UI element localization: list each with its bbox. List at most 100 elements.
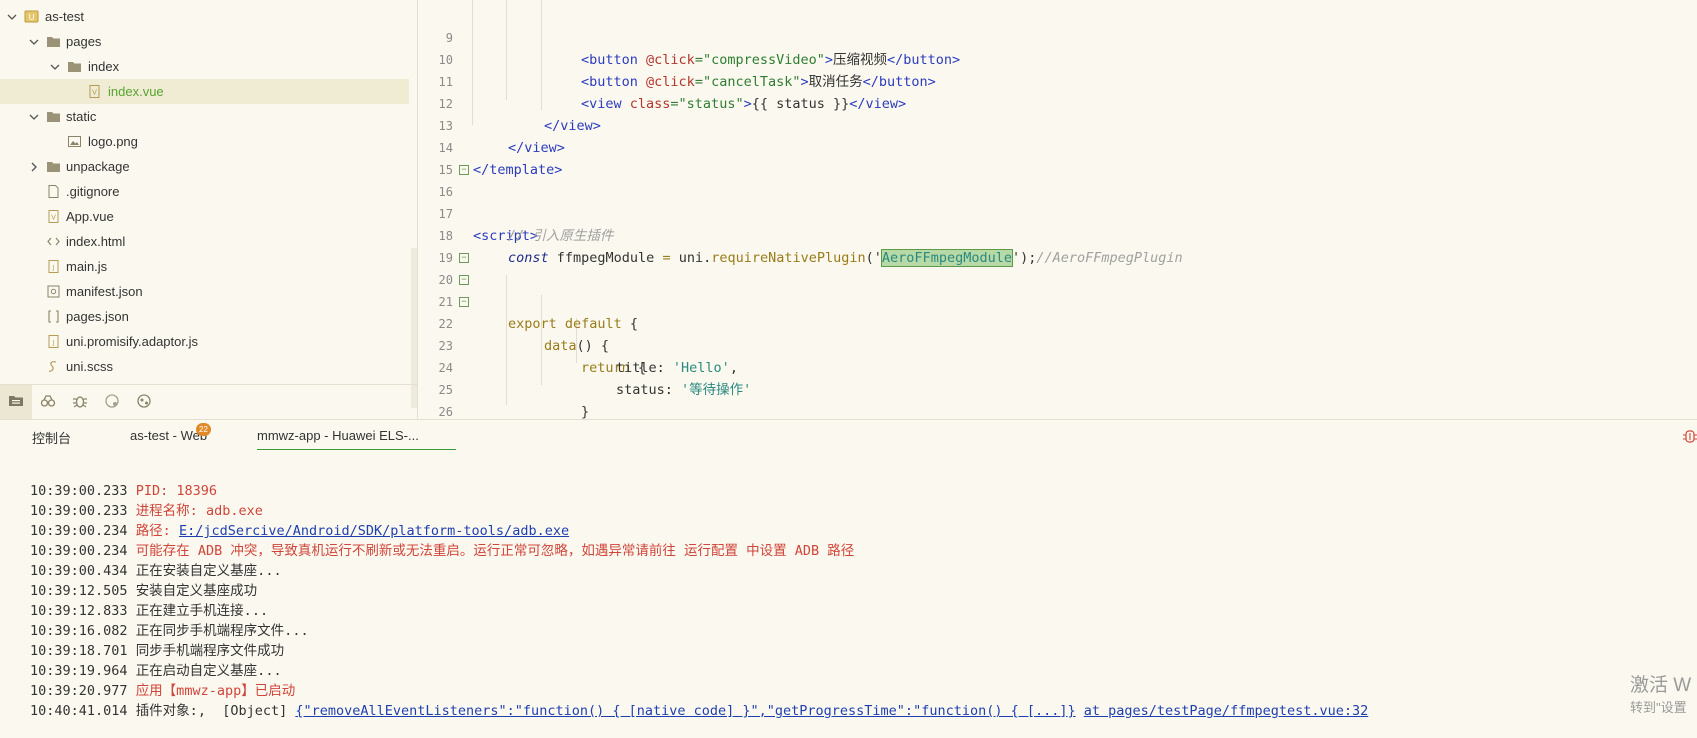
debug-view-button[interactable] bbox=[64, 385, 96, 420]
tree-item-label: unpackage bbox=[66, 159, 130, 174]
console-panel: 控制台 as-test - Web 22 mmwz-app - Huawei E… bbox=[0, 419, 1697, 738]
source-location-link[interactable]: at pages/testPage/ffmpegtest.vue:32 bbox=[1084, 703, 1368, 719]
tree-item-index-html[interactable]: index.html bbox=[0, 229, 418, 254]
tree-item-label: index bbox=[88, 59, 120, 74]
tree-item-label: index.vue bbox=[108, 84, 164, 99]
tree-item-label: main.js bbox=[66, 259, 108, 274]
code-line-14: 14 </template> bbox=[419, 115, 1697, 178]
log-line: 10:39:19.964 正在启动自定义基座... bbox=[30, 663, 282, 679]
tree-item-app-vue[interactable]: V App.vue bbox=[0, 204, 418, 229]
code-line-16: 16 − <script> bbox=[419, 159, 1697, 244]
code-line-24: 24 status: '等待操作' bbox=[419, 335, 1697, 398]
tree-item-label: pages.json bbox=[66, 309, 129, 324]
folder-icon bbox=[45, 160, 61, 174]
js-file-icon: J bbox=[45, 335, 61, 349]
tree-item-gitignore[interactable]: .gitignore bbox=[0, 179, 418, 204]
chevron-right-icon[interactable] bbox=[27, 160, 41, 174]
tree-item-pages[interactable]: pages bbox=[0, 29, 418, 54]
code-line-27: 27 onLoad() { bbox=[419, 401, 1697, 419]
project-manager-button[interactable] bbox=[0, 384, 32, 420]
tree-item-label: pages bbox=[66, 34, 102, 49]
html-file-icon bbox=[45, 235, 61, 249]
chevron-down-icon[interactable] bbox=[27, 110, 41, 124]
svg-text:J: J bbox=[51, 265, 54, 272]
js-file-icon: J bbox=[45, 260, 61, 274]
log-line: 10:39:12.505 安装自定义基座成功 bbox=[30, 583, 258, 599]
log-line: 10:39:18.701 同步手机端程序文件成功 bbox=[30, 643, 285, 659]
tree-item-as-test[interactable]: U as-test bbox=[0, 4, 418, 29]
log-line: 10:40:41.014 插件对象:, [Object] {"removeAll… bbox=[30, 703, 1369, 719]
code-line-20: 20 − export default { bbox=[419, 247, 1697, 332]
tree-item-label: index.html bbox=[66, 234, 126, 249]
vue-file-icon: V bbox=[45, 210, 61, 224]
tree-item-manifest-json[interactable]: manifest.json bbox=[0, 279, 418, 304]
svg-text:V: V bbox=[92, 89, 97, 97]
tab-console[interactable]: 控制台 bbox=[32, 428, 71, 447]
code-line-22: 22 − return { bbox=[419, 291, 1697, 376]
log-line: 10:39:20.977 应用【mmwz-app】已启动 bbox=[30, 683, 296, 699]
scss-file-icon bbox=[45, 360, 61, 374]
search-view-button[interactable] bbox=[32, 385, 64, 420]
chevron-down-icon[interactable] bbox=[27, 35, 41, 49]
svg-text:J: J bbox=[51, 340, 54, 347]
tree-item-unpackage[interactable]: unpackage bbox=[0, 154, 418, 179]
svg-text:V: V bbox=[51, 214, 56, 222]
tree-item-label: static bbox=[66, 109, 97, 124]
file-icon bbox=[45, 185, 61, 199]
code-line-15: 15 bbox=[419, 137, 1697, 177]
source-control-button[interactable] bbox=[96, 385, 128, 420]
tree-item-index-vue[interactable]: V index.vue bbox=[0, 79, 409, 104]
file-tree: U as-test pages index V index.vue static… bbox=[0, 4, 418, 379]
tree-item-index-folder[interactable]: index bbox=[0, 54, 418, 79]
log-line: 10:39:00.434 正在安装自定义基座... bbox=[30, 563, 282, 579]
tree-item-label: App.vue bbox=[66, 209, 114, 224]
tree-item-static[interactable]: static bbox=[0, 104, 418, 129]
json-file-icon bbox=[45, 310, 61, 324]
tree-item-label: as-test bbox=[45, 9, 85, 24]
log-line: 10:39:00.234 可能存在 ADB 冲突，导致真机运行不刷新或无法重启。… bbox=[30, 543, 855, 559]
code-line-23: 23 title: 'Hello', bbox=[419, 313, 1697, 376]
tree-item-label: logo.png bbox=[88, 134, 138, 149]
code-line-10: 10 <button @click="cancelTask">取消任务</but… bbox=[419, 27, 1697, 90]
tree-item-label: .gitignore bbox=[66, 184, 120, 199]
tree-item-uni-scss[interactable]: uni.scss bbox=[0, 354, 418, 379]
tree-item-label: uni.scss bbox=[66, 359, 113, 374]
fold-toggle-icon[interactable]: − bbox=[459, 165, 469, 175]
log-line: 10:39:00.233 进程名称: adb.exe bbox=[30, 503, 263, 519]
console-tabs: 控制台 as-test - Web 22 mmwz-app - Huawei E… bbox=[0, 420, 1697, 454]
code-line-21: 21 − data() { bbox=[419, 269, 1697, 354]
bug-icon bbox=[72, 393, 88, 412]
git-icon bbox=[104, 393, 120, 412]
chevron-down-icon[interactable] bbox=[48, 60, 62, 74]
notification-badge: 22 bbox=[196, 423, 211, 436]
project-explorer: U as-test pages index V index.vue static… bbox=[0, 0, 418, 420]
code-line-9: 9 <button @click="compressVideo">压缩视频</b… bbox=[419, 5, 1697, 68]
tab-mmwz-app-device[interactable]: mmwz-app - Huawei ELS-... bbox=[257, 428, 456, 450]
log-line: 10:39:00.233 PID: 18396 bbox=[30, 483, 217, 499]
code-line-18: 18 const ffmpegModule = uni.requireNativ… bbox=[419, 203, 1697, 267]
tree-item-label: manifest.json bbox=[66, 284, 143, 299]
tree-item-main-js[interactable]: J main.js bbox=[0, 254, 418, 279]
fold-toggle-icon[interactable]: − bbox=[459, 275, 469, 285]
fold-toggle-icon[interactable]: − bbox=[459, 253, 469, 263]
code-line-12: 12 </view> bbox=[419, 71, 1697, 134]
object-inspect-link[interactable]: {"removeAllEventListeners":"function() {… bbox=[295, 703, 1075, 719]
folder-view-icon bbox=[8, 393, 24, 412]
bug-report-icon[interactable] bbox=[1683, 428, 1697, 444]
code-line-17: 17 // 引入原生插件 bbox=[419, 181, 1697, 244]
code-editor[interactable]: 9 <button @click="compressVideo">压缩视频</b… bbox=[419, 0, 1697, 419]
vue-file-icon: V bbox=[86, 85, 102, 99]
tree-item-uni-promisify[interactable]: J uni.promisify.adaptor.js bbox=[0, 329, 418, 354]
tree-item-pages-json[interactable]: pages.json bbox=[0, 304, 418, 329]
activation-watermark: 激活 W bbox=[1630, 675, 1692, 696]
tree-item-logo-png[interactable]: logo.png bbox=[0, 129, 418, 154]
binoculars-icon bbox=[40, 393, 56, 412]
project-icon: U bbox=[23, 10, 39, 24]
code-line-13: 13 </view> bbox=[419, 93, 1697, 156]
code-line-19: 19 bbox=[419, 225, 1697, 265]
plugins-view-button[interactable] bbox=[128, 385, 160, 420]
fold-toggle-icon[interactable]: − bbox=[459, 297, 469, 307]
image-file-icon bbox=[66, 135, 82, 149]
chevron-down-icon[interactable] bbox=[5, 10, 19, 24]
file-path-link[interactable]: E:/jcdSercive/Android/SDK/platform-tools… bbox=[179, 523, 569, 539]
